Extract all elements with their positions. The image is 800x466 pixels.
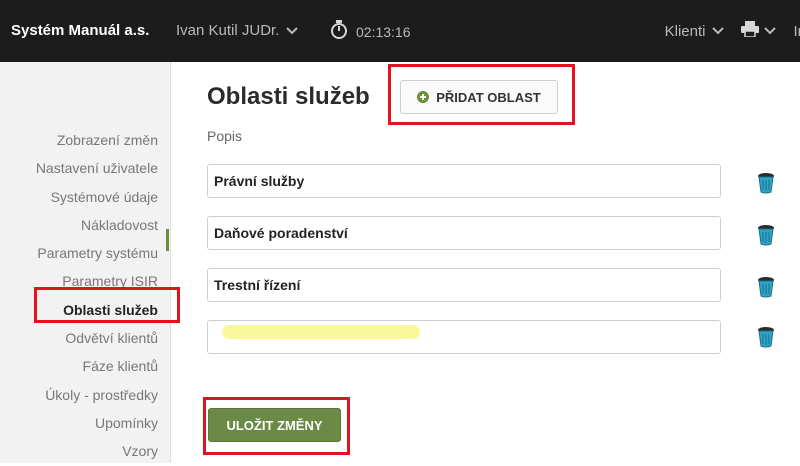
area-field[interactable] (207, 268, 721, 302)
add-area-label: PŘIDAT OBLAST (436, 89, 541, 105)
sidebar-item-parametry-systemu[interactable]: Parametry systému (36, 239, 158, 267)
sidebar-item-parametry-isir[interactable]: Parametry ISIR (36, 267, 158, 295)
trash-icon[interactable] (757, 276, 775, 298)
chevron-down-icon (285, 24, 299, 38)
trash-icon[interactable] (757, 326, 775, 348)
sidebar-item-zobrazeni-zmen[interactable]: Zobrazení změn (36, 126, 158, 154)
sidebar-item-nakladovost[interactable]: Nákladovost (36, 211, 158, 239)
top-navbar: Systém Manuál a.s. Ivan Kutil JUDr. 02:1… (0, 0, 800, 62)
active-item-marker (166, 229, 169, 251)
sidebar: Zobrazení změn Nastavení uživatele Systé… (0, 62, 171, 463)
clients-menu[interactable]: Klienti (665, 23, 726, 40)
print-menu[interactable] (741, 21, 777, 41)
sidebar-item-vzory[interactable]: Vzory (36, 437, 158, 465)
sidebar-item-faze-klientu[interactable]: Fáze klientů (36, 352, 158, 380)
stopwatch-icon (330, 20, 348, 43)
user-menu[interactable]: Ivan Kutil JUDr. (176, 22, 299, 39)
area-field[interactable] (207, 164, 721, 198)
user-name: Ivan Kutil JUDr. (176, 22, 280, 39)
column-label: Popis (207, 128, 243, 144)
trash-icon[interactable] (757, 224, 775, 246)
sidebar-item-ukoly-prostredky[interactable]: Úkoly - prostředky (36, 381, 158, 409)
clients-label: Klienti (664, 22, 706, 40)
truncated-menu[interactable]: In (793, 23, 800, 40)
page-title: Oblasti služeb (207, 83, 370, 110)
timer-value: 02:13:16 (356, 23, 411, 40)
sidebar-item-odvetvi-klientu[interactable]: Odvětví klientů (36, 324, 158, 352)
session-timer[interactable]: 02:13:16 (330, 20, 411, 43)
chevron-down-icon (711, 24, 725, 38)
plus-circle-icon (417, 91, 430, 103)
chevron-down-icon (763, 24, 777, 38)
area-field-new[interactable] (207, 320, 721, 354)
sidebar-item-upominky[interactable]: Upomínky (36, 409, 158, 437)
area-field[interactable] (207, 216, 721, 250)
add-area-button[interactable]: PŘIDAT OBLAST (400, 80, 558, 114)
sidebar-item-systemove-udaje[interactable]: Systémové údaje (36, 183, 158, 211)
sidebar-item-oblasti-sluzeb[interactable]: Oblasti služeb (36, 296, 158, 324)
printer-icon (741, 21, 760, 41)
brand-name[interactable]: Systém Manuál a.s. (11, 22, 149, 39)
sidebar-item-nastaveni-uzivatele[interactable]: Nastavení uživatele (36, 154, 158, 182)
sidebar-menu: Zobrazení změn Nastavení uživatele Systé… (36, 126, 158, 466)
save-changes-button[interactable]: ULOŽIT ZMĚNY (208, 408, 341, 442)
trash-icon[interactable] (757, 172, 775, 194)
topbar-right-menus: Klienti In (665, 21, 800, 41)
